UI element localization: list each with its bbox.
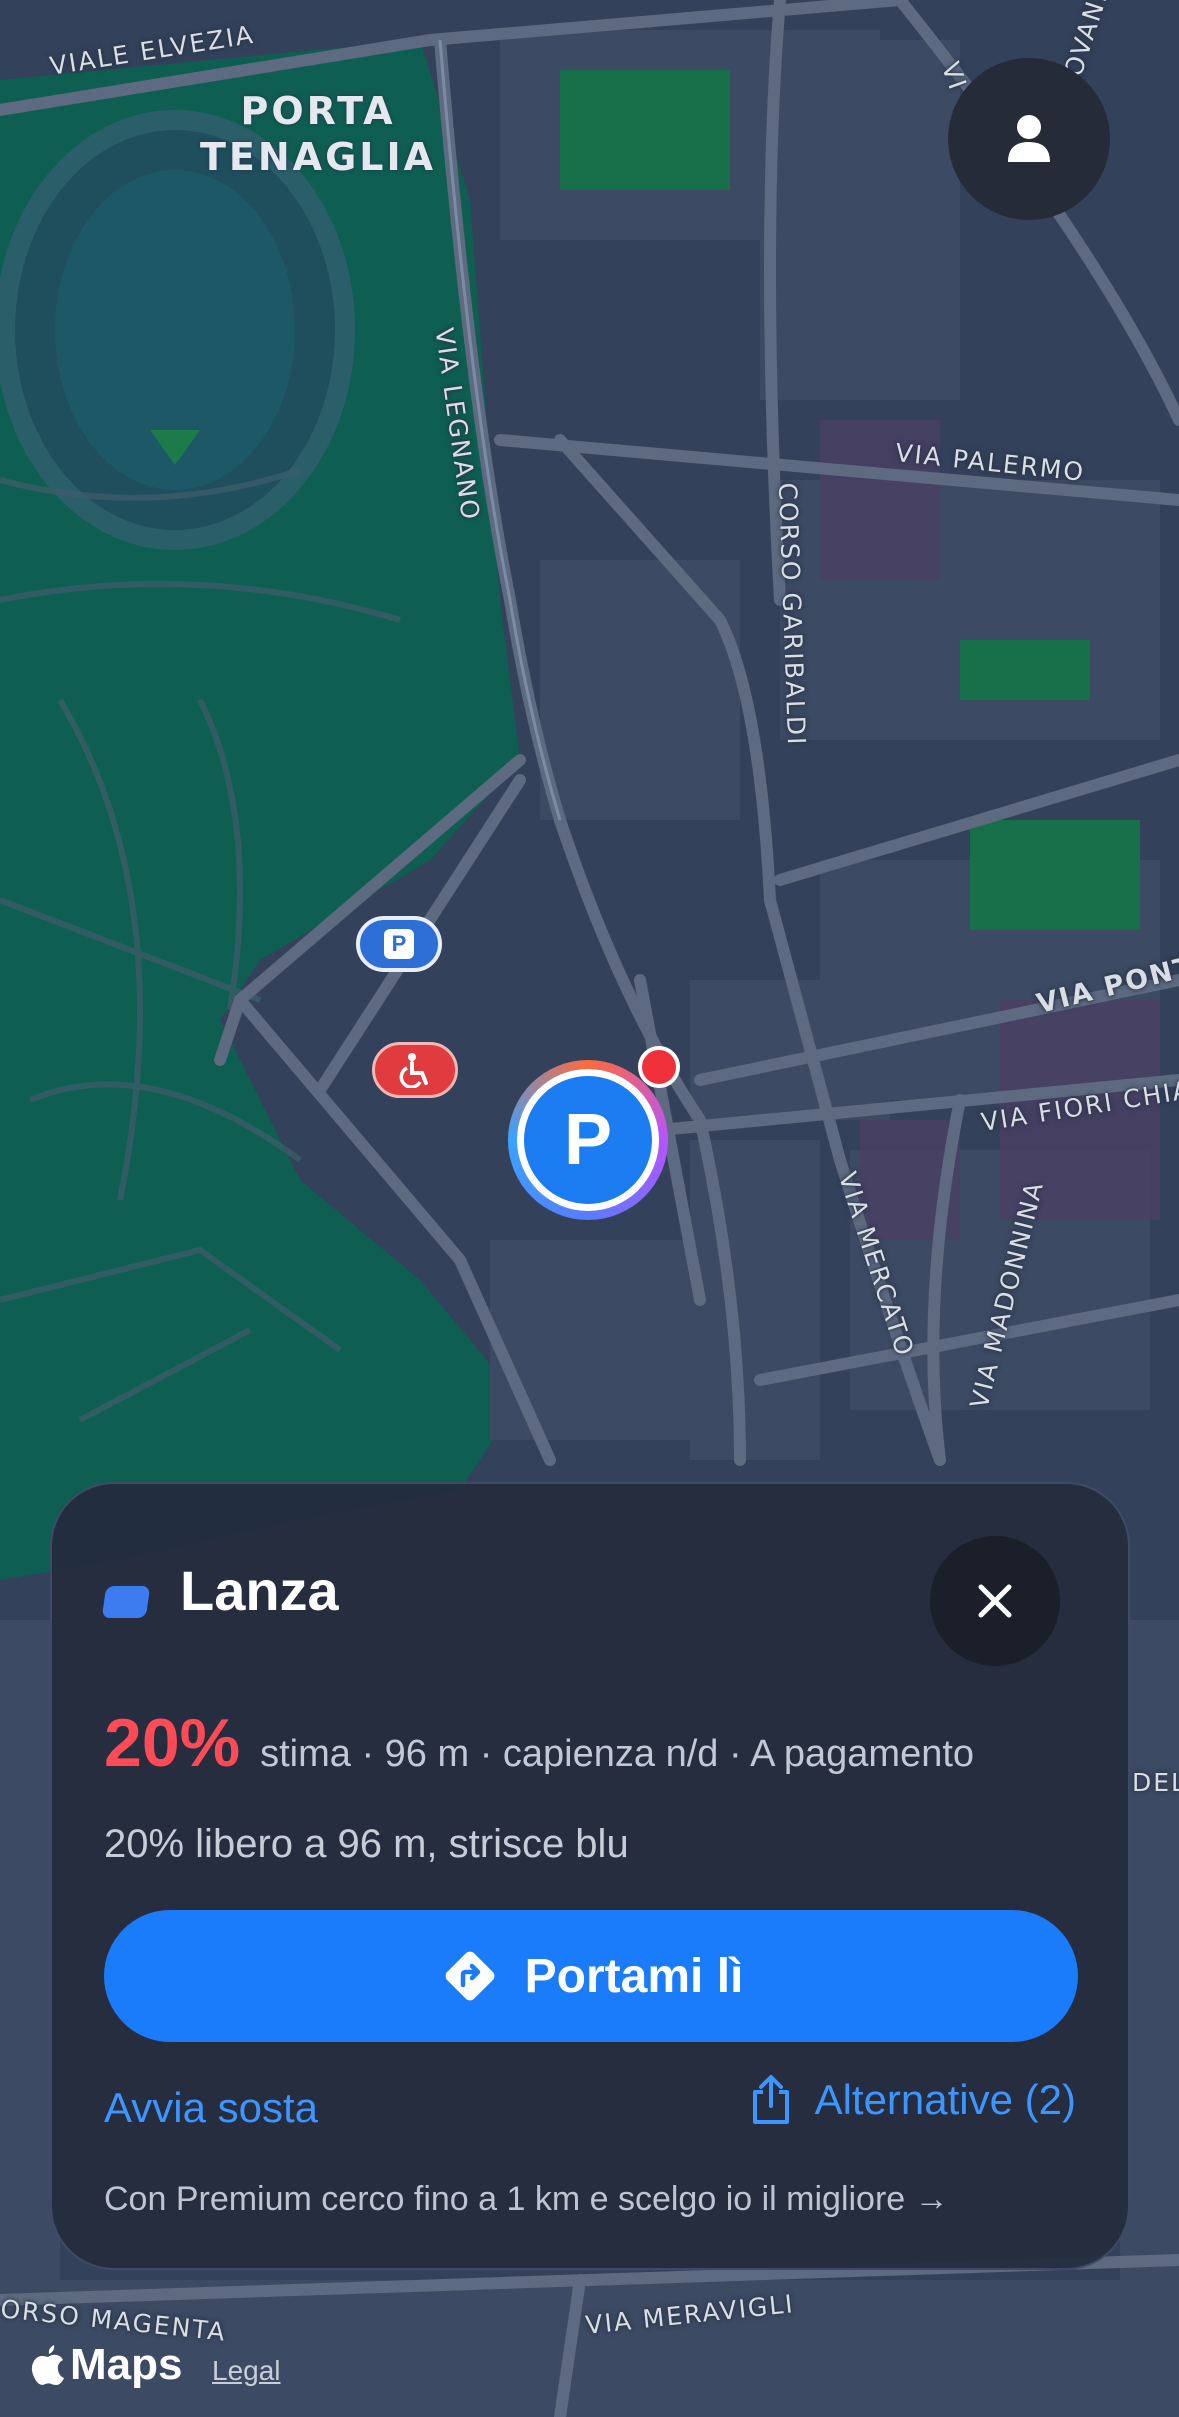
- share-icon: [752, 2075, 789, 2124]
- parking-icon: P: [384, 929, 414, 959]
- close-icon: [978, 1584, 1012, 1618]
- navigate-button-label: Portami lì: [524, 1949, 744, 2003]
- parking-detail-card: Lanza 20% stima · 96 m · capienza n/d · …: [50, 1482, 1130, 2270]
- availability-description: 20% libero a 96 m, strisce blu: [104, 1822, 629, 1866]
- close-button[interactable]: [930, 1536, 1060, 1666]
- disabled-parking-pin[interactable]: [372, 1042, 458, 1098]
- legal-link[interactable]: Legal: [212, 2355, 281, 2387]
- premium-upsell-link[interactable]: Con Premium cerco fino a 1 km e scelgo i…: [104, 2180, 949, 2219]
- district-label: PORTA TENAGLIA: [200, 89, 437, 179]
- apple-maps-attribution: Maps: [30, 2340, 182, 2390]
- alternatives-link[interactable]: Alternative (2): [749, 2074, 1076, 2126]
- parking-pin[interactable]: P: [356, 916, 442, 972]
- stats-row: 20% stima · 96 m · capienza n/d · A paga…: [104, 1704, 974, 1782]
- navigate-button[interactable]: Portami lì: [104, 1910, 1078, 2042]
- card-title: Lanza: [180, 1559, 339, 1622]
- notification-dot: [638, 1046, 680, 1088]
- apple-logo-icon: [31, 2345, 64, 2385]
- availability-percent: 20%: [104, 1705, 241, 1781]
- street-label-right-edge: DEL /: [1132, 1768, 1179, 1797]
- person-icon: [1008, 115, 1050, 162]
- selected-parking-pin[interactable]: P: [508, 1060, 668, 1220]
- turn-right-diamond-icon: [445, 1951, 495, 2001]
- stats-text: stima · 96 m · capienza n/d · A pagament…: [260, 1733, 975, 1775]
- blue-zone-marker: [101, 1586, 151, 1618]
- parking-icon: P: [524, 1076, 652, 1204]
- profile-button[interactable]: [948, 58, 1110, 220]
- wheelchair-icon: [399, 1053, 428, 1088]
- alternatives-label: Alternative (2): [814, 2076, 1076, 2123]
- start-parking-link[interactable]: Avvia sosta: [104, 2084, 318, 2132]
- maps-label: Maps: [70, 2340, 183, 2389]
